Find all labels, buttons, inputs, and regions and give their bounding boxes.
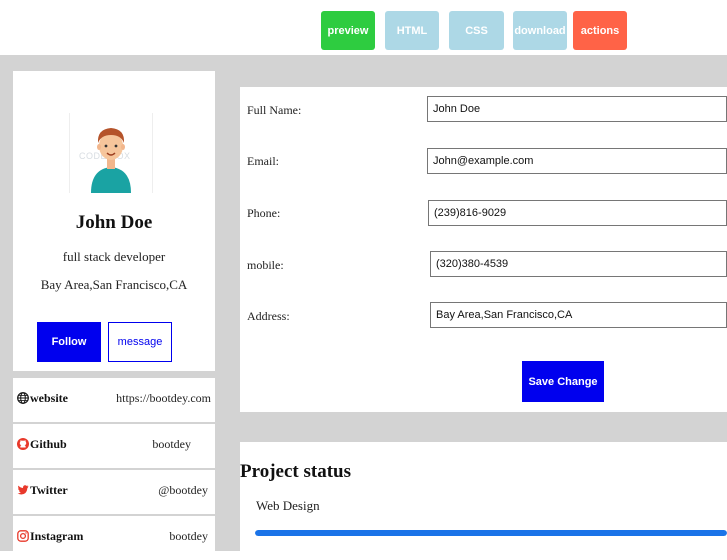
social-item-twitter[interactable]: Twitter @bootdey <box>13 470 215 514</box>
html-button[interactable]: HTML <box>385 11 439 50</box>
profile-name: John Doe <box>75 212 153 233</box>
mobile-label: mobile: <box>247 258 284 272</box>
save-change-button[interactable]: Save Change <box>522 361 604 402</box>
social-value[interactable]: https://bootdey.com <box>116 391 211 406</box>
project-progress-fill <box>255 530 727 536</box>
social-item-instagram[interactable]: Instagram bootdey <box>13 516 215 560</box>
follow-button[interactable]: Follow <box>37 322 101 362</box>
toolbar: preview HTML CSS download actions <box>0 0 727 55</box>
project-progress-bar <box>255 530 727 536</box>
social-value[interactable]: bootdey <box>152 437 191 452</box>
social-item-github[interactable]: Github bootdey <box>13 424 215 468</box>
profile-form: Full Name: John Doe Email: John@example.… <box>240 87 727 412</box>
profile-card: CODE BOX John Doe full stack developer B… <box>13 71 215 371</box>
avatar: CODE BOX <box>69 113 153 193</box>
phone-label: Phone: <box>247 206 281 220</box>
social-item-website[interactable]: website https://bootdey.com <box>13 378 215 422</box>
address-field[interactable]: Bay Area,San Francisco,CA <box>430 302 727 328</box>
email-field[interactable]: John@example.com <box>427 148 727 174</box>
mobile-field[interactable]: (320)380-4539 <box>430 251 727 277</box>
twitter-icon <box>17 485 29 495</box>
social-value[interactable]: @bootdey <box>158 483 208 498</box>
phone-field[interactable]: (239)816-9029 <box>428 200 727 226</box>
preview-button[interactable]: preview <box>321 11 375 50</box>
full-name-label: Full Name: <box>247 103 302 117</box>
email-label: Email: <box>247 154 279 168</box>
project-status-title: Project status <box>240 461 351 482</box>
message-button[interactable]: message <box>108 322 172 362</box>
social-label: Instagram <box>30 529 84 543</box>
social-label: Github <box>30 437 67 451</box>
avatar-illustration <box>91 128 131 193</box>
social-label: Twitter <box>30 483 68 497</box>
instagram-icon <box>17 530 29 542</box>
github-icon <box>17 438 29 450</box>
address-label: Address: <box>247 309 290 323</box>
project-item-label: Web Design <box>256 498 320 513</box>
globe-icon <box>17 392 29 404</box>
download-button[interactable]: download <box>513 11 567 50</box>
css-button[interactable]: CSS <box>449 11 504 50</box>
social-label: website <box>30 391 68 405</box>
full-name-field[interactable]: John Doe <box>427 96 727 122</box>
social-value[interactable]: bootdey <box>169 529 208 544</box>
profile-location: Bay Area,San Francisco,CA <box>40 277 188 292</box>
actions-button[interactable]: actions <box>573 11 627 50</box>
project-status-card: Project status Web Design <box>240 442 727 551</box>
profile-title: full stack developer <box>62 249 166 264</box>
